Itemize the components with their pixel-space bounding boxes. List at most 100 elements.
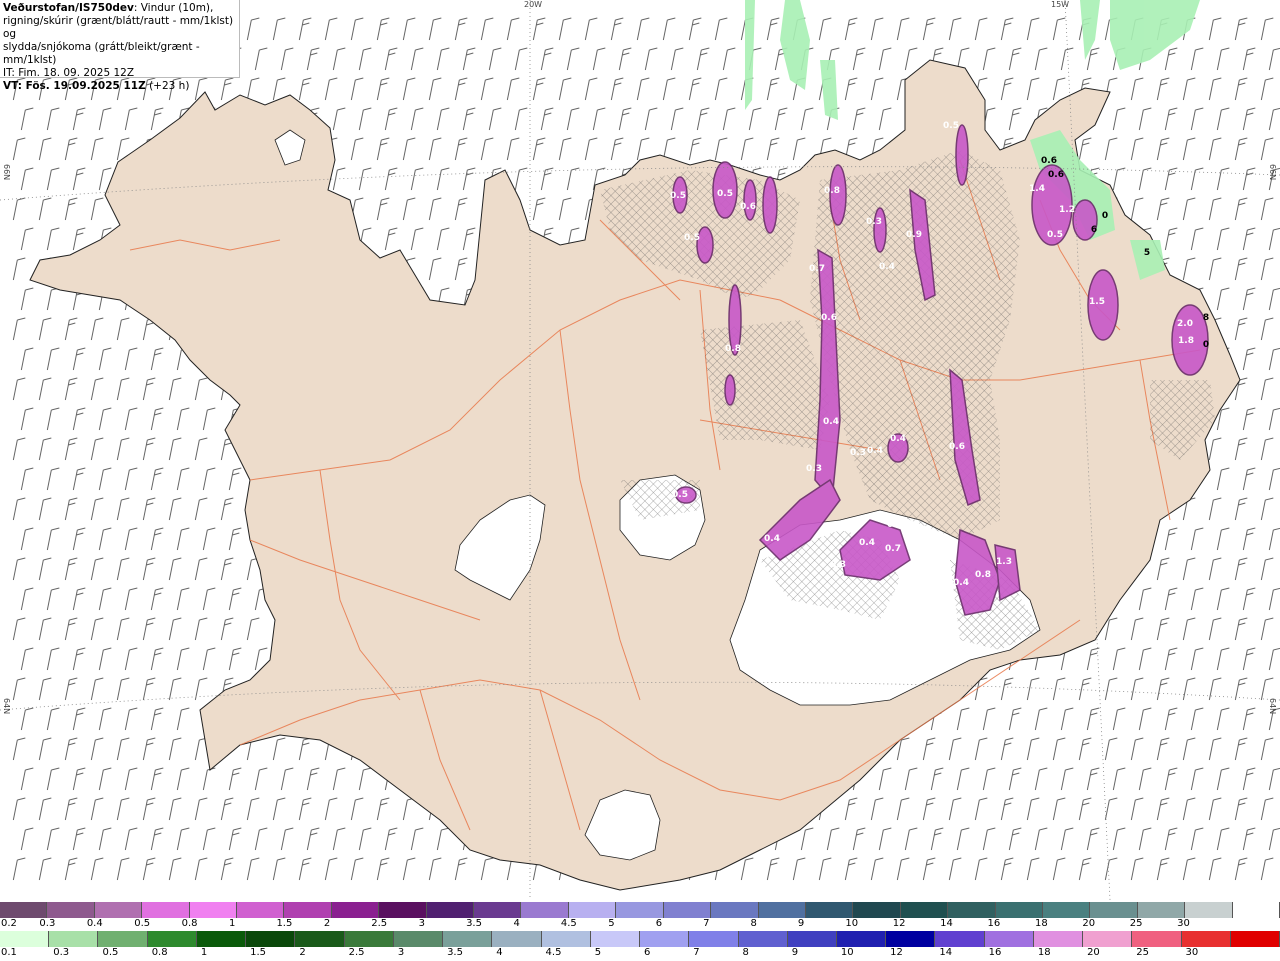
legend-label: 0.1 — [1, 947, 17, 958]
legend-label: 20 — [1087, 947, 1100, 958]
precip-value: 0.6 — [949, 442, 965, 452]
precip-value: 0.7 — [809, 264, 825, 274]
precip-value: 0.6 — [1041, 156, 1057, 166]
precip-value: 1.3 — [996, 557, 1012, 567]
precip-value: 0.5 — [943, 121, 959, 131]
legend-swatch — [1042, 902, 1091, 918]
legend-label: 7 — [693, 947, 700, 958]
valid-time: VT: Fös. 19.09.2025 11Z — [3, 80, 146, 92]
legend-label: 1.5 — [250, 947, 267, 958]
precip-value: 0.3 — [806, 464, 822, 474]
legend-label: 0.3 — [53, 947, 70, 958]
legend-swatch — [344, 931, 394, 947]
precip-value: 0.5 — [670, 191, 686, 201]
legend-swatch — [886, 931, 936, 947]
legend-label: 4 — [513, 918, 520, 929]
legend-swatch — [284, 902, 332, 918]
precip-value: 0.6 — [1048, 170, 1064, 180]
legend-label: 6 — [644, 947, 651, 958]
precip-value: 0.8 — [975, 570, 991, 580]
legend-swatch — [492, 931, 542, 947]
precip-value: 0.6 — [740, 202, 756, 212]
precip-value: 0.8 — [824, 186, 840, 196]
precip-value: 0.3 — [866, 217, 882, 227]
lat-label-64n-right: 64N — [1268, 698, 1277, 715]
precip-value: 0.3 — [850, 448, 866, 458]
legend-swatch — [568, 902, 617, 918]
precip-value: 0.3 — [830, 560, 846, 570]
legend-label: 14 — [940, 918, 953, 929]
precip-value: 0.8 — [725, 344, 741, 354]
legend-swatch — [147, 931, 197, 947]
legend-swatch — [1083, 931, 1133, 947]
legend-label: 0.5 — [102, 947, 119, 958]
legend-swatch — [689, 931, 739, 947]
legend-swatch — [900, 902, 949, 918]
legend-label: 9 — [791, 947, 799, 958]
legend-swatch — [443, 931, 493, 947]
legend-swatch — [758, 902, 806, 918]
legend-label: 8 — [750, 918, 757, 929]
precip-value: 1.4 — [1029, 184, 1045, 194]
precip-value: 0.6 — [821, 313, 837, 323]
legend-label: 30 — [1185, 947, 1199, 958]
legend-label: 25 — [1136, 947, 1150, 958]
legend-swatch — [426, 902, 475, 918]
legend-label: 2 — [299, 947, 306, 958]
legend-swatch — [711, 902, 759, 918]
legend-swatch — [1185, 902, 1233, 918]
legend-label: 0.8 — [181, 918, 198, 929]
precip-value: 0.6 — [887, 520, 903, 530]
legend-swatch — [663, 902, 712, 918]
legend-swatch — [948, 902, 996, 918]
precip-value: 8 — [1203, 313, 1209, 323]
precip-value: 0.5 — [672, 490, 688, 500]
legend-swatch — [331, 902, 380, 918]
legend-swatch — [196, 931, 247, 947]
legend-swatch — [541, 931, 591, 947]
legend-label: 3 — [397, 947, 405, 958]
precip-value: 0.7 — [885, 544, 901, 554]
agency-title: Veðurstofan/IS750dev — [3, 2, 134, 14]
legend-label: 3.5 — [466, 918, 482, 929]
color-legend: 0.2 0.3 0.4 0.5 0.8 1 1.5 2 2.5 3 3.5 4 4.5 5 6 7 8 9 10 12… — [0, 902, 1280, 960]
precip-value: 0 — [1203, 340, 1209, 350]
precip-value: 0.5 — [1047, 230, 1063, 240]
legend-label: 2.5 — [371, 918, 388, 929]
legend-swatch — [1232, 902, 1280, 918]
title-desc-1: : Vindur (10m), — [133, 2, 214, 14]
lat-label-66n-right: 66N — [1268, 164, 1277, 181]
legend-swatch — [474, 902, 522, 918]
title-box: Veðurstofan/IS750dev: Vindur (10m), rign… — [0, 0, 240, 92]
legend-label: 7 — [703, 918, 710, 929]
rain-legend-bar — [0, 931, 1280, 947]
legend-label: 0.2 — [1, 918, 17, 929]
precip-value: 0.4 — [859, 538, 875, 548]
legend-swatch — [787, 931, 837, 947]
precip-value: 0.4 — [764, 534, 780, 544]
precip-value: 0.4 — [953, 578, 969, 588]
legend-label: 20 — [1082, 918, 1096, 929]
legend-label: 10 — [840, 947, 854, 958]
legend-label: 2 — [323, 918, 331, 929]
legend-swatch — [47, 902, 95, 918]
legend-swatch — [1137, 902, 1186, 918]
precip-value: 0 — [1102, 211, 1108, 221]
weather-map[interactable]: 0.50.60.50.50.80.30.90.40.70.60.80.40.40… — [0, 0, 1280, 900]
legend-label: 14 — [939, 947, 953, 958]
legend-label: 0.5 — [134, 918, 151, 929]
legend-swatch — [94, 902, 143, 918]
precip-value: 0.5 — [684, 233, 700, 243]
legend-label: 25 — [1129, 918, 1143, 929]
legend-label: 0.8 — [151, 947, 168, 958]
precip-value: 1.2 — [1059, 205, 1075, 215]
legend-label: 9 — [797, 918, 805, 929]
legend-swatch — [935, 931, 985, 947]
rain-legend-labels: 0.1 0.3 0.5 0.8 1 1.5 2 2.5 3 3.5 4 4.5 5 6 7 8 9 10 12 14 1… — [0, 947, 1280, 961]
legend-label: 1.5 — [276, 918, 293, 929]
legend-swatch — [616, 902, 664, 918]
precip-value: 0.4 — [879, 262, 895, 272]
lat-label-64n-left: 64N — [2, 698, 11, 715]
legend-label: 4 — [496, 947, 503, 958]
snow-legend-labels: 0.2 0.3 0.4 0.5 0.8 1 1.5 2 2.5 3 3.5 4 4.5 5 6 7 8 9 10 12… — [0, 918, 1280, 932]
